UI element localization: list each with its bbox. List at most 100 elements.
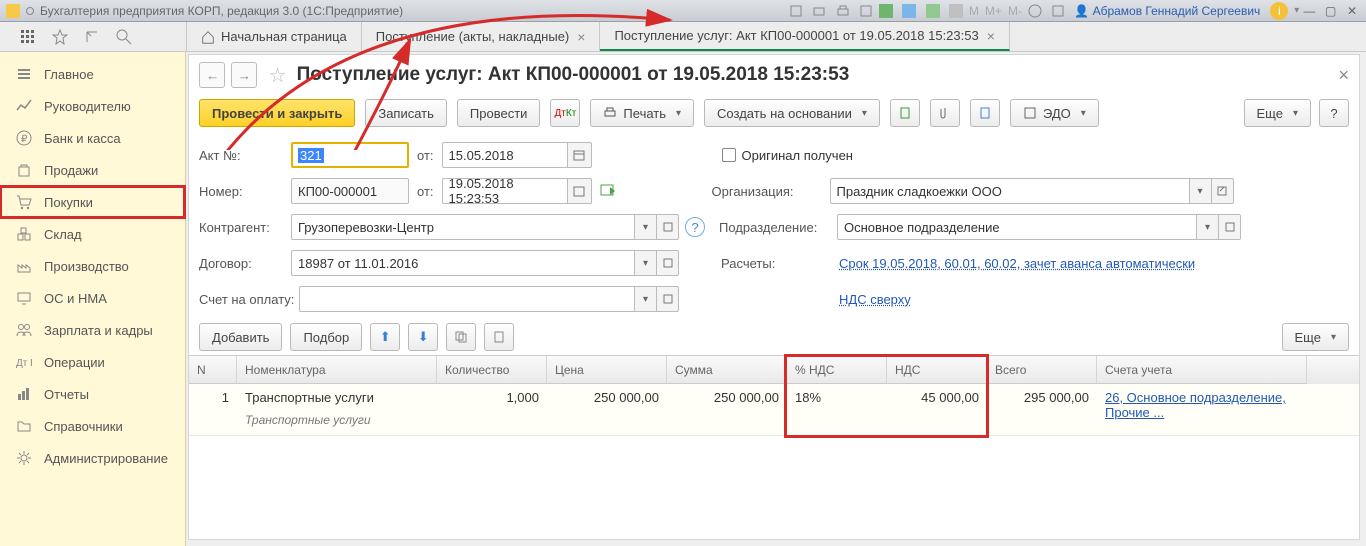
col-sum[interactable]: Сумма	[667, 356, 787, 384]
sidebar-item-os[interactable]: ОС и НМА	[0, 282, 185, 314]
cell-qty[interactable]: 1,000	[437, 384, 547, 435]
open-ref-button[interactable]	[657, 250, 679, 276]
table-row[interactable]: 1 Транспортные услуги Транспортные услуг…	[189, 384, 1359, 436]
cell-vat[interactable]: 45 000,00	[887, 384, 987, 435]
pick-button[interactable]: Подбор	[290, 323, 362, 351]
col-price[interactable]: Цена	[547, 356, 667, 384]
edo-button[interactable]: ЭДО▾	[1010, 99, 1099, 127]
dropdown-button[interactable]: ▾	[635, 250, 657, 276]
paste-button[interactable]	[484, 323, 514, 351]
dropdown-button[interactable]: ▾	[1197, 214, 1219, 240]
registry-button[interactable]	[970, 99, 1000, 127]
tb-book-icon[interactable]	[1051, 4, 1065, 18]
m-plus-icon[interactable]: M+	[985, 4, 1002, 18]
partner-input[interactable]: Грузоперевозки-Центр	[291, 214, 635, 240]
sidebar-item-purchases[interactable]: Покупки	[0, 186, 185, 218]
col-vat-pct[interactable]: % НДС	[787, 356, 887, 384]
m-icon[interactable]: M	[969, 4, 979, 18]
sidebar-item-manager[interactable]: Руководителю	[0, 90, 185, 122]
post-button[interactable]: Провести	[457, 99, 541, 127]
print-button[interactable]: Печать▾	[590, 99, 694, 127]
open-ref-button[interactable]	[657, 214, 679, 240]
dept-input[interactable]: Основное подразделение	[837, 214, 1197, 240]
favorite-toggle-icon[interactable]: ☆	[269, 63, 287, 88]
dropdown-button[interactable]: ▾	[635, 286, 657, 312]
current-user[interactable]: 👤 Абрамов Геннадий Сергеевич	[1074, 4, 1260, 18]
col-total[interactable]: Всего	[987, 356, 1097, 384]
tb-excel-icon[interactable]	[879, 4, 893, 18]
sidebar-item-salary[interactable]: Зарплата и кадры	[0, 314, 185, 346]
cell-sum[interactable]: 250 000,00	[667, 384, 787, 435]
related-docs-button[interactable]	[890, 99, 920, 127]
close-form-button[interactable]: ×	[1338, 65, 1349, 86]
calc-link[interactable]: Срок 19.05.2018, 60.01, 60.02, зачет ава…	[839, 256, 1195, 271]
more-button[interactable]: Еще▾	[1244, 99, 1311, 127]
history-icon[interactable]	[84, 29, 100, 45]
dropdown-button[interactable]: ▾	[1190, 178, 1212, 204]
cell-accounts[interactable]: 26, Основное подразделение, Прочие ...	[1097, 384, 1307, 435]
add-row-button[interactable]: Добавить	[199, 323, 282, 351]
col-nomenclature[interactable]: Номенклатура	[237, 356, 437, 384]
maximize-button[interactable]: ▢	[1323, 4, 1339, 18]
col-accounts[interactable]: Счета учета	[1097, 356, 1307, 384]
col-n[interactable]: N	[189, 356, 237, 384]
open-ref-button[interactable]	[657, 286, 679, 312]
tab-start-page[interactable]: Начальная страница	[186, 22, 362, 51]
col-qty[interactable]: Количество	[437, 356, 547, 384]
tb-doc-icon[interactable]	[902, 4, 916, 18]
dropdown-button[interactable]: ▾	[635, 214, 657, 240]
tb-cal-icon[interactable]	[926, 4, 940, 18]
tab-receipt-doc[interactable]: Поступление услуг: Акт КП00-000001 от 19…	[600, 22, 1009, 51]
tb-icon[interactable]	[859, 4, 873, 18]
close-window-button[interactable]: ✕	[1344, 4, 1360, 18]
tb-cal31-icon[interactable]	[949, 4, 963, 18]
tb-clock-icon[interactable]	[1028, 4, 1042, 18]
search-icon[interactable]	[116, 29, 132, 45]
copy-button[interactable]	[446, 323, 476, 351]
status-icon[interactable]	[600, 183, 616, 200]
create-based-button[interactable]: Создать на основании▾	[704, 99, 880, 127]
org-input[interactable]: Праздник сладкоежки ООО	[830, 178, 1190, 204]
cell-vat-pct[interactable]: 18%	[787, 384, 887, 435]
back-button[interactable]: ←	[199, 62, 225, 88]
tb-print-icon[interactable]	[836, 4, 850, 18]
calendar-button[interactable]	[568, 142, 592, 168]
sidebar-item-sales[interactable]: Продажи	[0, 154, 185, 186]
col-vat[interactable]: НДС	[887, 356, 987, 384]
sidebar-item-operations[interactable]: Дт КтОперации	[0, 346, 185, 378]
sidebar-item-bank[interactable]: ₽Банк и касса	[0, 122, 185, 154]
tb-icon[interactable]	[812, 4, 826, 18]
sidebar-item-reports[interactable]: Отчеты	[0, 378, 185, 410]
sidebar-item-refs[interactable]: Справочники	[0, 410, 185, 442]
open-ref-button[interactable]	[1212, 178, 1234, 204]
post-and-close-button[interactable]: Провести и закрыть	[199, 99, 355, 127]
minimize-button[interactable]: —	[1301, 4, 1317, 18]
cell-nom[interactable]: Транспортные услуги	[237, 384, 437, 411]
tab-receipts-list[interactable]: Поступление (акты, накладные)×	[362, 22, 601, 51]
akt-no-input[interactable]: 321	[291, 142, 409, 168]
m-minus-icon[interactable]: M-	[1008, 4, 1022, 18]
close-tab-icon[interactable]: ×	[987, 28, 995, 44]
attach-button[interactable]	[930, 99, 960, 127]
favorite-star-icon[interactable]	[52, 29, 68, 45]
write-button[interactable]: Записать	[365, 99, 447, 127]
move-down-button[interactable]: ⬇	[408, 323, 438, 351]
info-icon[interactable]: i	[1270, 2, 1288, 20]
contract-input[interactable]: 18987 от 11.01.2016	[291, 250, 635, 276]
calendar-button[interactable]	[568, 178, 592, 204]
move-up-button[interactable]: ⬆	[370, 323, 400, 351]
cell-price[interactable]: 250 000,00	[547, 384, 667, 435]
vat-mode-link[interactable]: НДС сверху	[839, 292, 911, 307]
close-tab-icon[interactable]: ×	[577, 29, 585, 45]
tab-more-button[interactable]: Еще▾	[1282, 323, 1349, 351]
tb-icon[interactable]	[789, 4, 803, 18]
akt-date-input[interactable]: 15.05.2018	[442, 142, 568, 168]
cell-total[interactable]: 295 000,00	[987, 384, 1097, 435]
dt-kt-button[interactable]: ДтКт	[550, 99, 580, 127]
hint-button[interactable]: ?	[685, 217, 705, 237]
number-date-input[interactable]: 19.05.2018 15:23:53	[442, 178, 568, 204]
invoice-input[interactable]	[299, 286, 635, 312]
help-button[interactable]: ?	[1319, 99, 1349, 127]
open-ref-button[interactable]	[1219, 214, 1241, 240]
original-checkbox[interactable]	[722, 148, 736, 162]
